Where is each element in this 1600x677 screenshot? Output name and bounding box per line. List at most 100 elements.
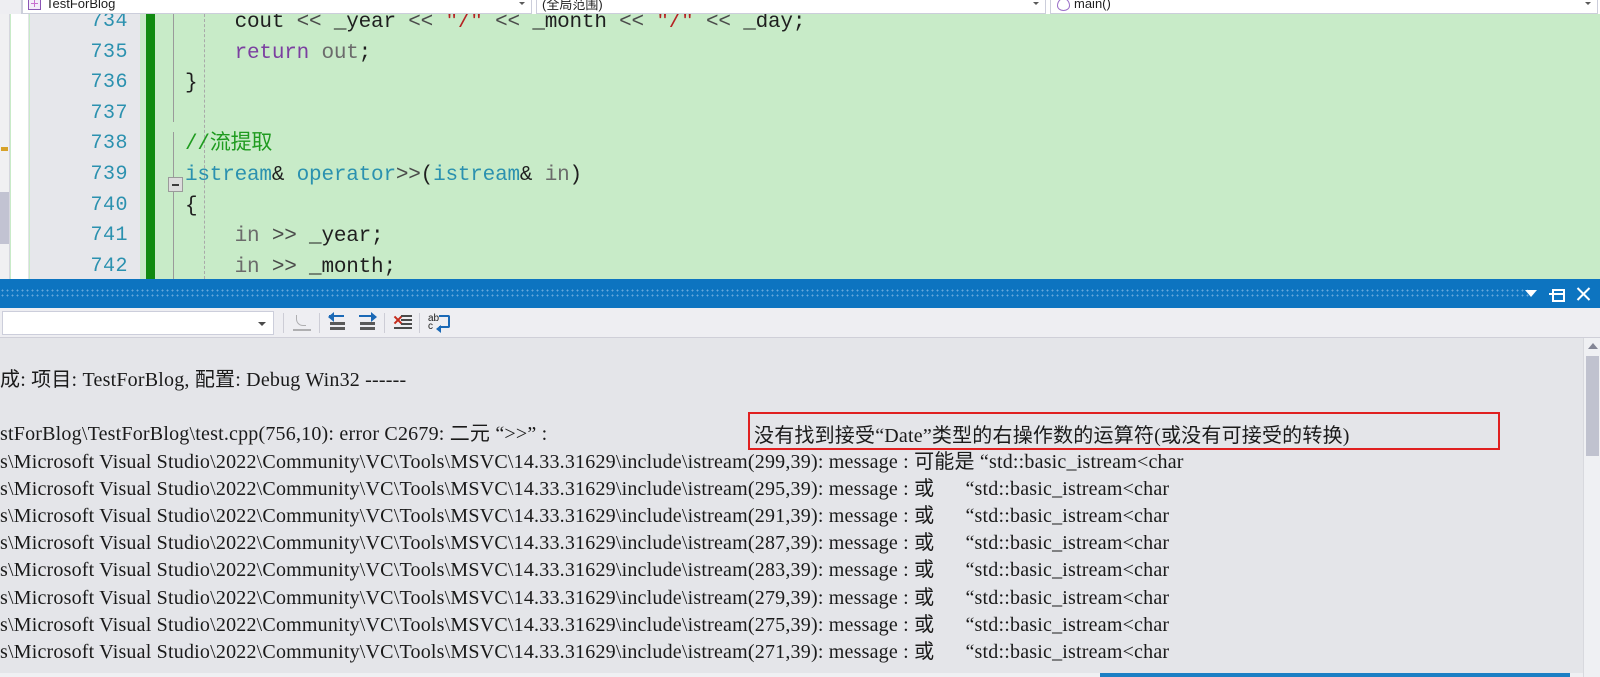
output-line[interactable]: s\Microsoft Visual Studio\2022\Community… bbox=[0, 479, 1169, 499]
code-line[interactable]: in >> _month; bbox=[185, 257, 396, 278]
line-number: 736 bbox=[90, 71, 128, 95]
arrow-right-icon bbox=[358, 312, 377, 332]
code-token: & bbox=[271, 164, 297, 187]
clear-all-icon bbox=[393, 314, 412, 332]
panel-auto-hide-button[interactable] bbox=[1544, 279, 1570, 308]
unsaved-change-bar bbox=[146, 14, 155, 279]
output-line[interactable]: s\Microsoft Visual Studio\2022\Community… bbox=[0, 642, 1169, 662]
editor-scrollbar-map[interactable] bbox=[0, 14, 10, 279]
output-line[interactable]: s\Microsoft Visual Studio\2022\Community… bbox=[0, 533, 1169, 553]
scope-selector-combo[interactable]: (全局范围) bbox=[536, 0, 1046, 14]
code-line[interactable]: cout << _year << "/" << _month << "/" <<… bbox=[185, 14, 806, 34]
scrollbar-thumb[interactable] bbox=[0, 192, 9, 244]
code-line[interactable]: in >> _year; bbox=[185, 225, 384, 249]
output-line[interactable]: s\Microsoft Visual Studio\2022\Community… bbox=[0, 588, 1169, 608]
code-token: { bbox=[185, 194, 198, 218]
panel-close-button[interactable] bbox=[1570, 279, 1596, 308]
output-line[interactable]: s\Microsoft Visual Studio\2022\Community… bbox=[0, 615, 1169, 635]
scrollbar-change-marker bbox=[1, 147, 8, 151]
output-line[interactable]: 成: 项目: TestForBlog, 配置: Debug Win32 ----… bbox=[0, 370, 406, 390]
output-vertical-scrollbar[interactable] bbox=[1583, 338, 1600, 677]
line-number: 740 bbox=[90, 193, 128, 217]
code-token: >> bbox=[271, 225, 297, 249]
chevron-down-icon[interactable] bbox=[1585, 2, 1591, 5]
code-line[interactable]: } bbox=[185, 72, 198, 96]
code-line[interactable]: return out; bbox=[185, 41, 372, 65]
word-wrap-icon: ab c bbox=[428, 313, 450, 333]
code-editor[interactable]: 734 735 736 737 738 739 740 741 742 cout << _yea… bbox=[0, 14, 1600, 279]
scope-selector-value: (全局范围) bbox=[542, 0, 603, 12]
collapse-region-toggle[interactable] bbox=[168, 177, 183, 192]
toolbar-separator bbox=[419, 313, 420, 333]
go-to-previous-message-button[interactable] bbox=[324, 311, 350, 335]
line-number: 737 bbox=[90, 101, 128, 125]
line-number-gutter: 734 735 736 737 738 739 740 741 742 bbox=[30, 14, 140, 279]
output-line[interactable]: s\Microsoft Visual Studio\2022\Community… bbox=[0, 560, 1169, 580]
class-selector-combo[interactable]: TestForBlog bbox=[22, 0, 532, 14]
close-icon bbox=[1575, 286, 1591, 302]
vertical-scrollbar-thumb[interactable] bbox=[1586, 356, 1599, 456]
code-token: in bbox=[234, 255, 260, 279]
output-line[interactable]: stForBlog\TestForBlog\test.cpp(756,10): … bbox=[0, 424, 547, 444]
member-selector-combo[interactable]: main() bbox=[1050, 0, 1598, 14]
code-token: >> bbox=[395, 164, 421, 187]
line-number: 734 bbox=[90, 14, 128, 33]
editor-breakpoint-margin[interactable] bbox=[11, 14, 29, 279]
method-icon bbox=[1056, 0, 1070, 11]
output-toolbar: ab c bbox=[0, 308, 1600, 338]
horizontal-scrollbar-thumb[interactable] bbox=[1100, 673, 1570, 677]
line-number: 735 bbox=[90, 40, 128, 64]
code-token: _day; bbox=[743, 14, 806, 34]
editor-navigation-bar: TestForBlog (全局范围) main() bbox=[0, 0, 1600, 14]
line-number: 742 bbox=[90, 254, 128, 278]
panel-drag-dots[interactable] bbox=[0, 288, 1530, 298]
output-source-combo[interactable] bbox=[2, 311, 274, 335]
visual-studio-window: TestForBlog (全局范围) main() 734 735 736 737 73… bbox=[0, 0, 1600, 677]
code-token: "/" bbox=[445, 14, 483, 34]
panel-dropdown-button[interactable] bbox=[1518, 279, 1544, 308]
code-token: _month bbox=[532, 14, 607, 34]
clear-pane-icon bbox=[293, 314, 311, 332]
pin-icon bbox=[1549, 286, 1565, 302]
code-token: } bbox=[185, 72, 198, 96]
code-token: in bbox=[544, 164, 570, 187]
code-token: >> bbox=[271, 255, 297, 279]
toolbar-separator bbox=[283, 313, 284, 333]
code-text-area[interactable]: cout << _year << "/" << _month << "/" <<… bbox=[155, 14, 1600, 279]
output-horizontal-scrollbar[interactable] bbox=[0, 673, 1583, 677]
code-token: ; bbox=[358, 41, 372, 65]
clear-all-button[interactable] bbox=[389, 311, 415, 335]
code-token: //流提取 bbox=[185, 133, 273, 157]
code-token: ) bbox=[569, 164, 583, 187]
scroll-up-arrow-icon[interactable] bbox=[1588, 343, 1598, 349]
chevron-down-icon[interactable] bbox=[519, 2, 525, 5]
chevron-down-icon[interactable] bbox=[258, 322, 266, 326]
output-pane[interactable]: 成: 项目: TestForBlog, 配置: Debug Win32 ----… bbox=[0, 338, 1600, 677]
output-line[interactable]: s\Microsoft Visual Studio\2022\Community… bbox=[0, 506, 1169, 526]
clear-pane-button[interactable] bbox=[289, 311, 315, 335]
code-token: istream bbox=[433, 164, 520, 187]
code-line[interactable]: { bbox=[185, 194, 198, 218]
code-token: istream bbox=[185, 164, 272, 187]
code-token: & bbox=[519, 164, 545, 187]
toggle-word-wrap-button[interactable]: ab c bbox=[424, 311, 454, 335]
go-to-next-message-button[interactable] bbox=[354, 311, 380, 335]
code-line[interactable]: //流提取 bbox=[185, 134, 272, 155]
arrow-left-icon bbox=[327, 312, 347, 332]
chevron-down-icon[interactable] bbox=[1033, 2, 1039, 5]
code-line[interactable]: istream& operator>>(istream& in) bbox=[185, 165, 582, 186]
code-token: << bbox=[296, 14, 322, 34]
class-selector-value: TestForBlog bbox=[46, 0, 116, 11]
output-line[interactable]: s\Microsoft Visual Studio\2022\Community… bbox=[0, 452, 1184, 472]
code-token: _year; bbox=[309, 225, 384, 249]
code-token: << bbox=[619, 14, 644, 34]
